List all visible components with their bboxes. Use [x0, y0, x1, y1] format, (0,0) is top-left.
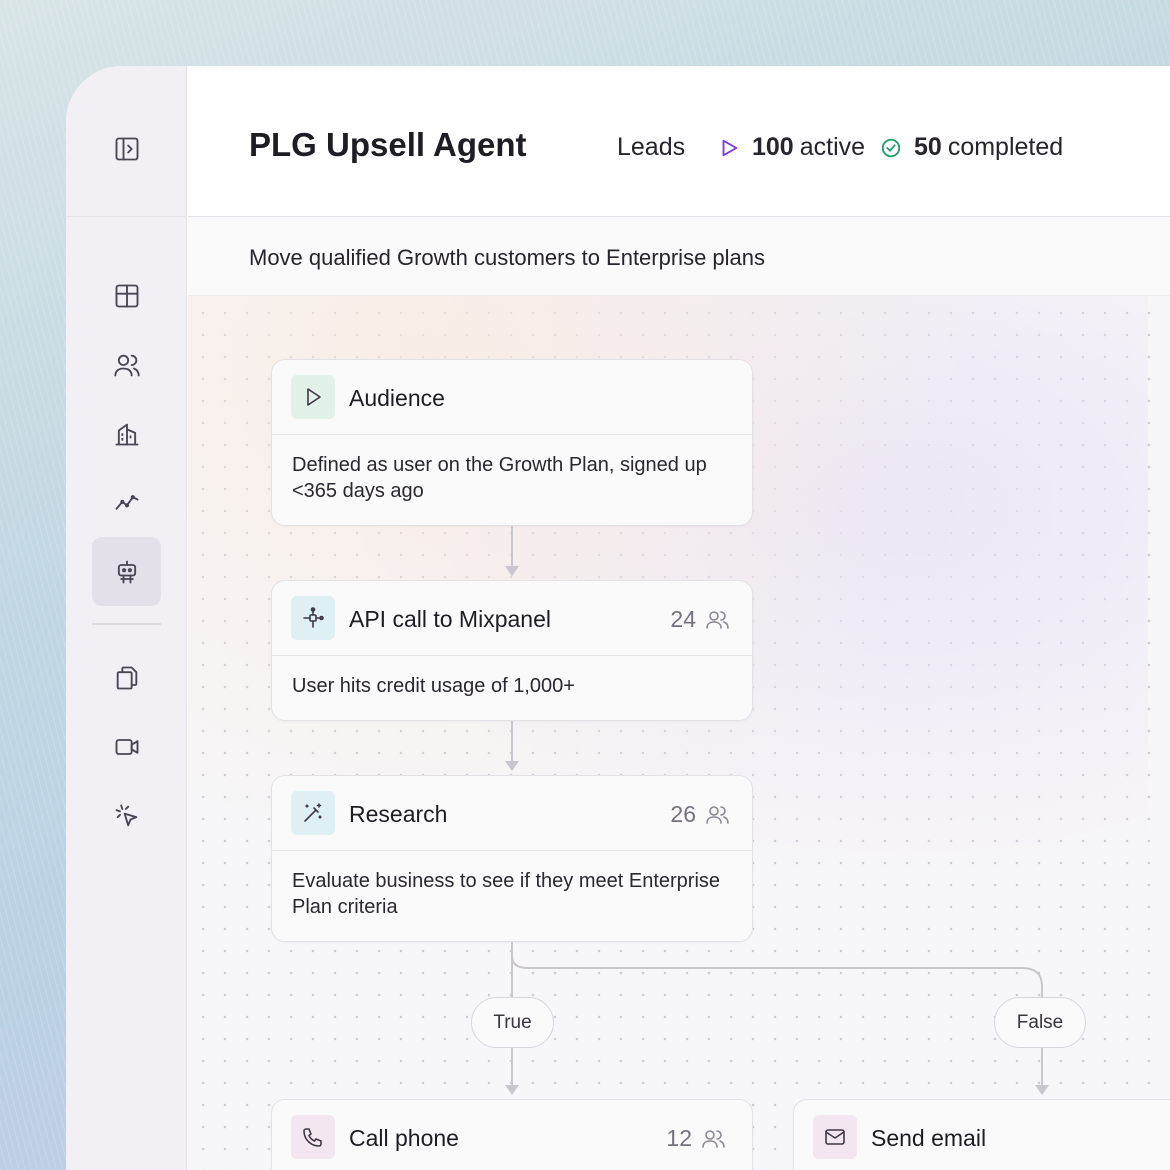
description-bar: Move qualified Growth customers to Enter…: [188, 217, 1170, 296]
node-title: Research: [349, 801, 448, 827]
node-title: Call phone: [349, 1125, 459, 1151]
sidebar-toggle-button[interactable]: [92, 114, 161, 183]
play-icon: [722, 139, 738, 156]
node-lead-count: 24: [670, 606, 732, 633]
node-icon-badge: [291, 596, 335, 640]
agent-description: Move qualified Growth customers to Enter…: [249, 245, 766, 270]
sidebar-item-video[interactable]: [92, 712, 161, 781]
sidebar-item-documents[interactable]: [92, 643, 161, 712]
app-window: PLG Upsell Agent Leads 100 active 50 com…: [66, 66, 1170, 1170]
node-title: Send email: [871, 1125, 987, 1151]
node-description: Evaluate business to see if they meet En…: [292, 870, 721, 918]
node-count-value: 24: [670, 606, 696, 632]
check-circle-icon: [881, 138, 901, 157]
node-icon-badge: [291, 375, 335, 419]
sidebar-item-users[interactable]: [92, 330, 161, 399]
node-title: Audience: [349, 385, 445, 411]
sidebar-item-agents[interactable]: [92, 537, 161, 606]
node-lead-count: 12: [666, 1125, 728, 1152]
play-icon: [307, 388, 321, 406]
users-icon: [702, 1129, 725, 1148]
flow-node-send-email[interactable]: Send email: [793, 1099, 1170, 1170]
panel-toggle-icon: [115, 137, 138, 160]
completed-count: 50: [914, 133, 942, 161]
documents-icon: [116, 666, 137, 689]
sidebar-divider: [92, 623, 161, 625]
flow-node-research[interactable]: Research 26 Evaluate business to see if …: [271, 775, 753, 942]
node-description: Defined as user on the Growth Plan, sign…: [292, 454, 707, 502]
node-count-value: 12: [666, 1125, 692, 1151]
node-lead-count: 26: [670, 801, 732, 828]
node-icon-badge: [813, 1115, 857, 1159]
building-icon: [115, 423, 138, 445]
api-icon: [303, 607, 324, 628]
analytics-icon: [115, 494, 138, 510]
users-icon: [113, 354, 140, 376]
dashboard-icon: [115, 284, 138, 307]
node-icon-badge: [291, 791, 335, 835]
flow-canvas[interactable]: Audience Defined as user on the Growth P…: [188, 296, 1170, 1170]
branch-false-label[interactable]: False: [994, 997, 1086, 1048]
page-title: PLG Upsell Agent: [249, 126, 527, 163]
active-count: 100: [752, 133, 794, 161]
active-stat[interactable]: 100 active: [718, 133, 865, 162]
node-header: API call to Mixpanel 24: [272, 581, 752, 656]
sidebar-item-analytics[interactable]: [92, 468, 161, 537]
leads-label: Leads: [617, 133, 686, 161]
users-icon: [706, 805, 729, 824]
node-icon-badge: [291, 1115, 335, 1159]
sidebar-item-companies[interactable]: [92, 399, 161, 468]
node-description: User hits credit usage of 1,000+: [292, 675, 575, 697]
mail-icon: [825, 1129, 845, 1145]
node-title: API call to Mixpanel: [349, 606, 551, 632]
active-label: active: [799, 133, 866, 161]
flow-node-call-phone[interactable]: Call phone 12: [271, 1099, 753, 1170]
sidebar-item-interactions[interactable]: [92, 781, 161, 850]
main-panel: PLG Upsell Agent Leads 100 active 50 com…: [188, 66, 1170, 1170]
completed-label: completed: [947, 133, 1064, 161]
video-icon: [115, 738, 138, 755]
node-header: Send email: [794, 1100, 1170, 1170]
users-icon: [706, 610, 729, 629]
magic-wand-icon: [304, 803, 322, 822]
agent-icon: [117, 560, 136, 583]
branch-true-label[interactable]: True: [471, 997, 554, 1048]
cursor-click-icon: [115, 804, 137, 826]
flow-node-api-call[interactable]: API call to Mixpanel 24 User hits credit…: [271, 580, 753, 721]
node-header: Call phone 12: [272, 1100, 752, 1170]
header: PLG Upsell Agent Leads 100 active 50 com…: [188, 66, 1170, 217]
phone-icon: [303, 1128, 322, 1147]
sidebar-item-dashboard[interactable]: [92, 261, 161, 330]
node-header: Research 26: [272, 776, 752, 851]
node-header: Audience: [272, 360, 752, 435]
sidebar: [66, 66, 187, 1170]
node-count-value: 26: [670, 801, 696, 827]
sidebar-toggle-area: [66, 66, 186, 217]
completed-stat[interactable]: 50 completed: [880, 133, 1063, 162]
flow-node-audience[interactable]: Audience Defined as user on the Growth P…: [271, 359, 753, 526]
